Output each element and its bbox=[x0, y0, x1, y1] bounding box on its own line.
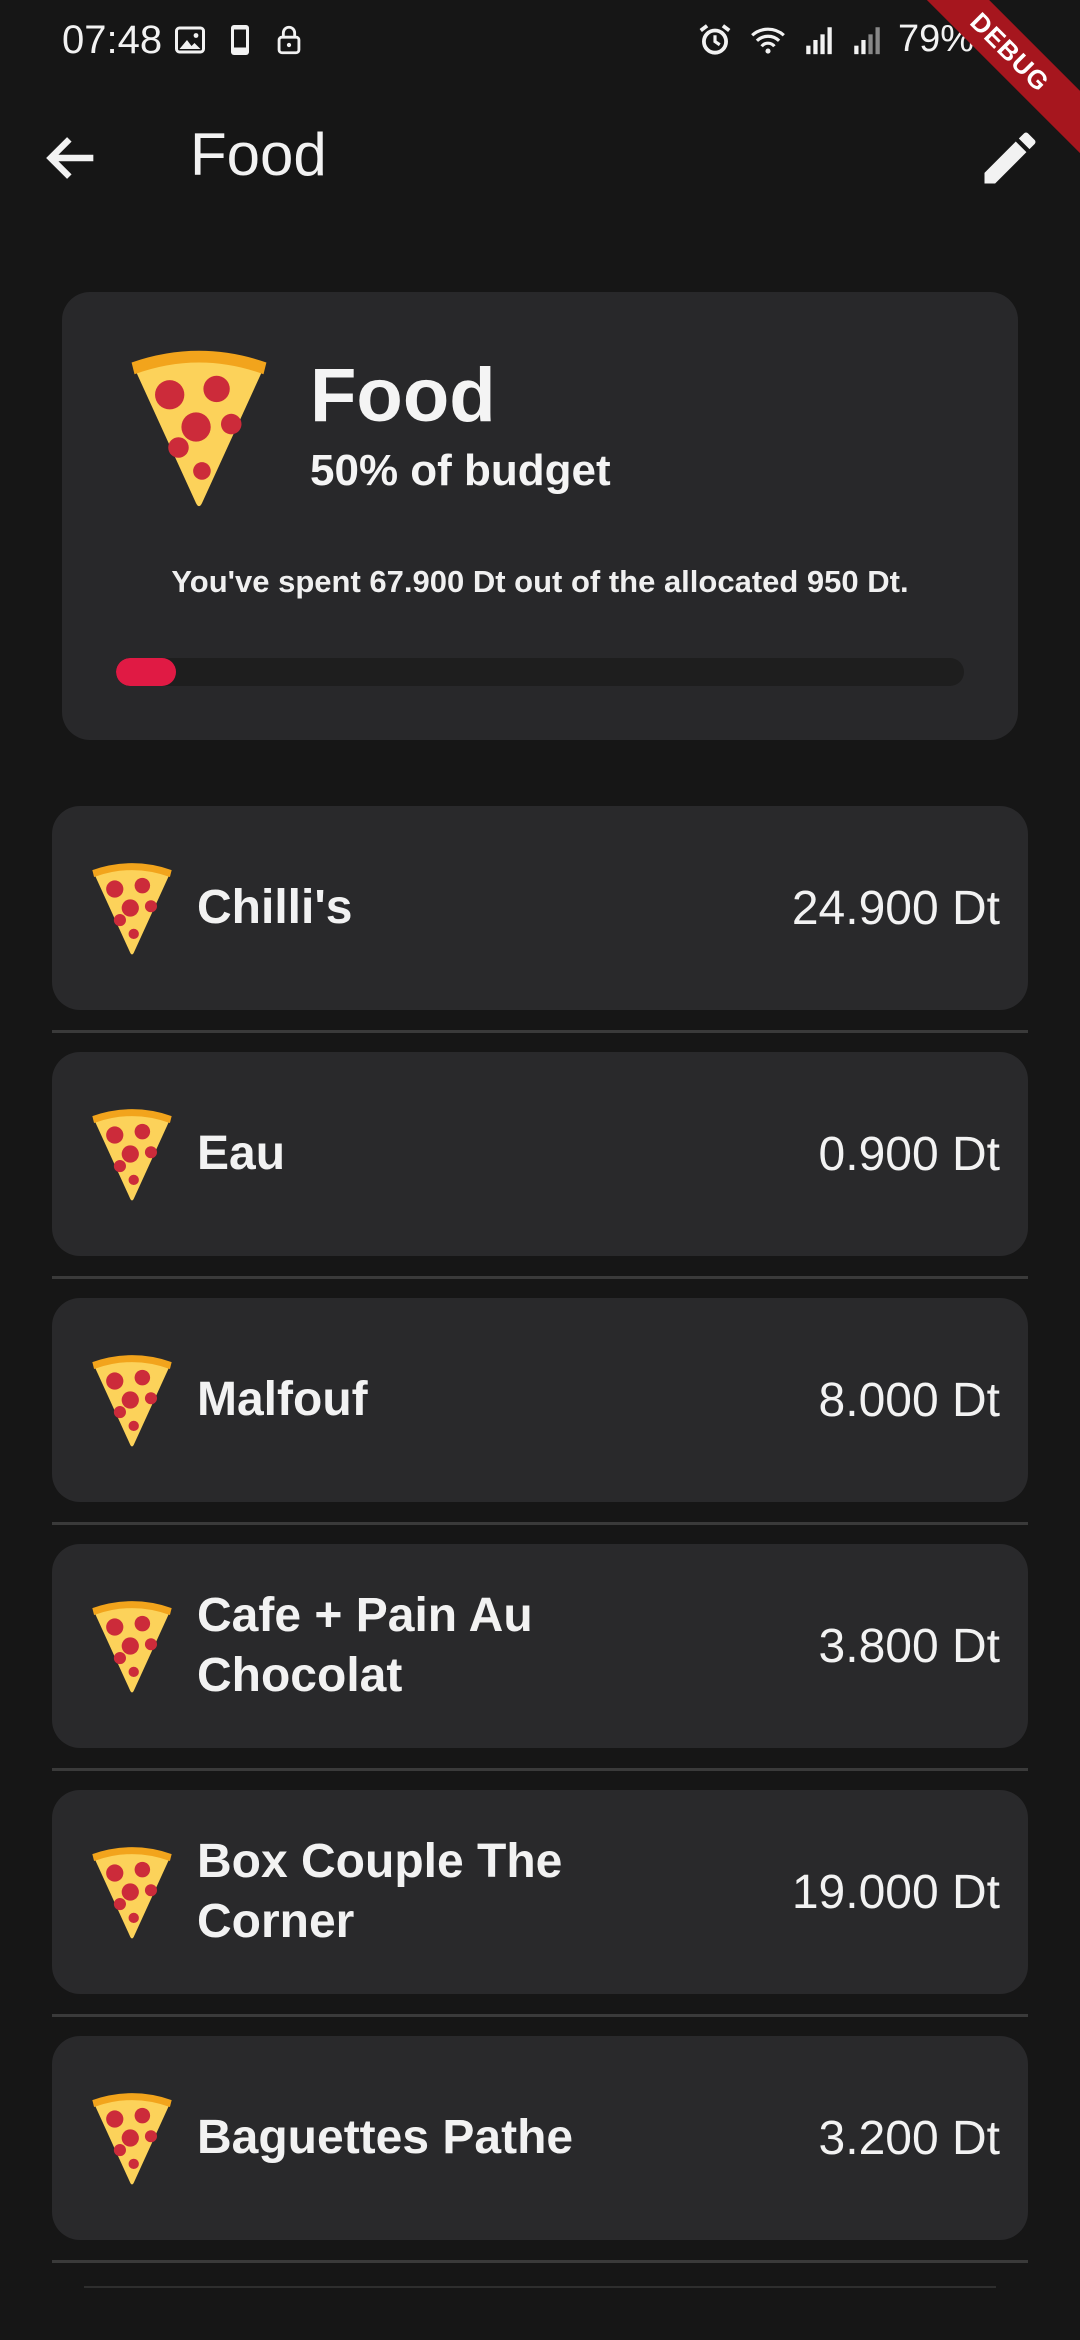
list-item-wrapper: Baguettes Pathe 3.200 Dt bbox=[52, 2036, 1028, 2282]
transaction-item[interactable]: Cafe + Pain Au Chocolat 3.800 Dt bbox=[52, 1544, 1028, 1748]
transaction-item[interactable]: Baguettes Pathe 3.200 Dt bbox=[52, 2036, 1028, 2240]
signal-icon bbox=[806, 26, 832, 54]
spent-description: You've spent 67.900 Dt out of the alloca… bbox=[171, 564, 909, 599]
transaction-name: Eau bbox=[197, 1127, 286, 1180]
transaction-amount: 0.900 Dt bbox=[818, 1127, 1000, 1181]
transaction-name: Malfouf bbox=[197, 1373, 368, 1426]
signal-icon bbox=[854, 26, 880, 54]
transaction-amount: 24.900 Dt bbox=[791, 881, 1000, 935]
pizza-icon bbox=[82, 2088, 182, 2188]
transaction-list: Chilli's 24.900 Dt Eau 0.900 Dt Malfouf 8.000… bbox=[52, 806, 1028, 2282]
transaction-amount: 8.000 Dt bbox=[818, 1373, 1000, 1427]
list-item-wrapper: Eau 0.900 Dt bbox=[52, 1052, 1028, 1298]
list-end-divider bbox=[84, 2286, 996, 2288]
list-item-wrapper: Chilli's 24.900 Dt bbox=[52, 806, 1028, 1052]
list-item-wrapper: Cafe + Pain Au Chocolat 3.800 Dt bbox=[52, 1544, 1028, 1790]
transaction-item[interactable]: Chilli's 24.900 Dt bbox=[52, 806, 1028, 1010]
transaction-name: Chilli's bbox=[197, 881, 353, 934]
pencil-icon[interactable] bbox=[976, 124, 1044, 192]
transaction-amount: 3.200 Dt bbox=[818, 2111, 1000, 2165]
transaction-name: Box Couple The Corner bbox=[197, 1835, 563, 1948]
budget-progress-bar bbox=[116, 658, 964, 686]
divider bbox=[52, 1030, 1028, 1033]
pizza-icon bbox=[82, 1104, 182, 1204]
transaction-item[interactable]: Box Couple The Corner 19.000 Dt bbox=[52, 1790, 1028, 1994]
budget-percentage: 50% of budget bbox=[310, 446, 611, 495]
transaction-amount: 19.000 Dt bbox=[791, 1865, 1000, 1919]
status-left-icons bbox=[172, 22, 306, 58]
divider bbox=[52, 1768, 1028, 1771]
budget-summary-card: Food 50% of budget You've spent 67.900 D… bbox=[62, 292, 1018, 740]
pizza-icon bbox=[82, 858, 182, 958]
image-icon bbox=[175, 26, 205, 54]
transaction-amount: 3.800 Dt bbox=[818, 1619, 1000, 1673]
page-title: Food bbox=[190, 121, 327, 188]
list-item-wrapper: Box Couple The Corner 19.000 Dt bbox=[52, 1790, 1028, 2036]
status-time: 07:48 bbox=[62, 18, 163, 62]
divider bbox=[52, 2014, 1028, 2017]
category-title: Food bbox=[310, 353, 496, 438]
wifi-icon bbox=[751, 27, 785, 54]
transaction-name: Cafe + Pain Au Chocolat bbox=[197, 1589, 533, 1702]
pizza-icon bbox=[82, 1596, 182, 1696]
phone-icon bbox=[231, 25, 249, 55]
list-item-wrapper: Malfouf 8.000 Dt bbox=[52, 1298, 1028, 1544]
budget-progress-fill bbox=[116, 658, 177, 686]
transaction-item[interactable]: Eau 0.900 Dt bbox=[52, 1052, 1028, 1256]
transaction-name: Baguettes Pathe bbox=[197, 2111, 574, 2164]
status-bar: 07:48 79% DEBUG bbox=[0, 0, 1080, 167]
pizza-icon bbox=[131, 350, 267, 507]
pizza-icon bbox=[82, 1842, 182, 1942]
app-bar: Food bbox=[0, 100, 1080, 212]
transaction-item[interactable]: Malfouf 8.000 Dt bbox=[52, 1298, 1028, 1502]
divider bbox=[52, 1522, 1028, 1525]
lock-icon bbox=[277, 25, 301, 55]
divider bbox=[52, 1276, 1028, 1279]
arrow-back-icon[interactable] bbox=[40, 126, 104, 190]
divider bbox=[52, 2260, 1028, 2263]
alarm-icon bbox=[699, 23, 731, 55]
pizza-icon bbox=[82, 1350, 182, 1450]
